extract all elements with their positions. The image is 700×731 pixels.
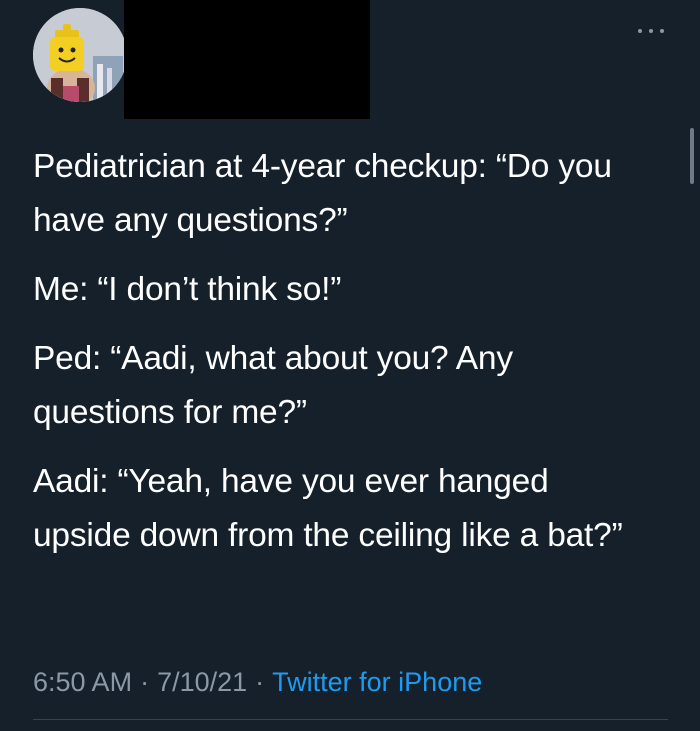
more-dot <box>649 29 653 33</box>
more-horizontal-icon[interactable] <box>638 26 664 36</box>
tweet-time[interactable]: 6:50 AM <box>33 667 132 697</box>
tweet-paragraph: Me: “I don’t think so!” <box>33 271 342 308</box>
tweet-metadata: 6:50 AM · 7/10/21 · Twitter for iPhone <box>33 662 482 702</box>
tweet-text: Pediatrician at 4-year checkup: “Do you … <box>33 140 643 578</box>
tweet-source-link[interactable]: Twitter for iPhone <box>272 667 482 697</box>
tweet-paragraph: Ped: “Aadi, what about you? Any question… <box>33 340 513 431</box>
lego-head-avatar-icon <box>33 8 127 102</box>
tweet-paragraph: Aadi: “Yeah, have you ever hanged upside… <box>33 463 623 554</box>
more-dot <box>638 29 642 33</box>
more-dot <box>660 29 664 33</box>
author-avatar[interactable] <box>33 8 127 102</box>
meta-separator: · <box>140 667 150 697</box>
scrollbar-thumb[interactable] <box>690 128 694 184</box>
divider <box>33 719 668 720</box>
tweet-date[interactable]: 7/10/21 <box>157 667 247 697</box>
redacted-username-block <box>124 0 370 119</box>
meta-separator: · <box>255 667 265 697</box>
tweet-paragraph: Pediatrician at 4-year checkup: “Do you … <box>33 148 612 239</box>
